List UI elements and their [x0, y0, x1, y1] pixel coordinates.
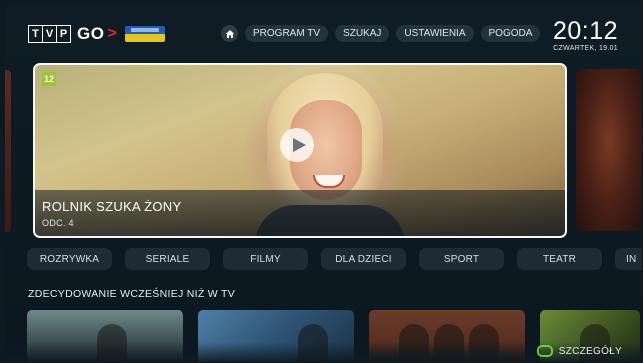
tvp-go-logo: T V P GO >: [28, 23, 165, 45]
category-sport[interactable]: SPORT: [419, 248, 504, 270]
details-hint[interactable]: SZCZEGÓŁY: [536, 345, 622, 357]
category-series[interactable]: SERIALE: [125, 248, 210, 270]
category-more[interactable]: IN: [615, 248, 642, 270]
nav-search[interactable]: SZUKAJ: [335, 25, 390, 42]
tvp-letter-t: T: [29, 26, 43, 42]
clock: 20:12 CZWARTEK, 19.01: [553, 18, 618, 52]
app-screen: T V P GO > PROGRAM TV SZUKAJ USTAWIENIA …: [5, 5, 642, 362]
category-films[interactable]: FILMY: [223, 248, 308, 270]
home-icon: [225, 29, 234, 38]
top-nav: PROGRAM TV SZUKAJ USTAWIENIA POGODA: [221, 25, 541, 42]
go-arrow-icon: >: [107, 25, 117, 42]
details-label: SZCZEGÓŁY: [558, 345, 622, 357]
nav-home-button[interactable]: [221, 25, 238, 42]
nav-settings[interactable]: USTAWIENIA: [396, 25, 474, 42]
tvp-logo-box: T V P: [28, 25, 71, 43]
hero-episode: ODC. 4: [42, 218, 74, 228]
hero-title: ROLNIK SZUKA ŻONY: [42, 199, 182, 214]
category-theatre[interactable]: TEATR: [517, 248, 602, 270]
carousel-next-card[interactable]: [576, 69, 642, 231]
section-title: ZDECYDOWANIE WCZEŚNIEJ NIŻ W TV: [28, 288, 236, 300]
green-button-icon: [536, 345, 553, 357]
age-rating-badge: 12: [42, 72, 56, 86]
tvp-letter-p: P: [59, 28, 68, 40]
go-label: GO: [77, 24, 105, 43]
hero-featured-card[interactable]: 12 ROLNIK SZUKA ŻONY ODC. 4: [33, 63, 567, 238]
tvp-letter-v: V: [43, 26, 57, 42]
play-button[interactable]: [280, 128, 314, 162]
nav-weather[interactable]: POGODA: [480, 25, 541, 42]
clock-time: 20:12: [552, 17, 618, 45]
clock-date: CZWARTEK, 19.01: [553, 45, 618, 52]
play-icon: [292, 138, 306, 152]
nav-program-tv[interactable]: PROGRAM TV: [245, 25, 329, 42]
category-bar: ROZRYWKA SERIALE FILMY DLA DZIECI SPORT …: [27, 248, 642, 270]
category-kids[interactable]: DLA DZIECI: [321, 248, 406, 270]
ukraine-solidarity-badge-icon: [124, 26, 165, 42]
carousel-previous-card[interactable]: [5, 70, 11, 232]
category-entertainment[interactable]: ROZRYWKA: [27, 248, 112, 270]
